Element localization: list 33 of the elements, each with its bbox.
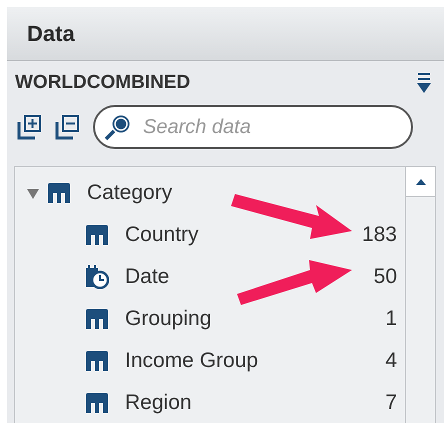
scrollbar[interactable] <box>405 167 435 423</box>
expand-all-icon[interactable] <box>17 114 43 140</box>
tree-item[interactable]: Income Group 4 <box>15 340 405 382</box>
collapse-all-icon[interactable] <box>55 114 81 140</box>
value-count: 50 <box>374 264 397 290</box>
tree-item[interactable]: Grouping 1 <box>15 298 405 340</box>
menu-icon[interactable] <box>416 72 432 94</box>
calendar-clock-icon <box>85 265 109 289</box>
value-count: 183 <box>362 222 397 248</box>
up-arrow-icon <box>416 178 426 184</box>
search-field[interactable]: Search data <box>93 105 413 149</box>
field-label: Category <box>87 180 172 206</box>
data-source-name: WORLDCOMBINED <box>15 70 190 95</box>
panel-title: Data <box>27 20 75 48</box>
scroll-up-button[interactable] <box>406 167 435 197</box>
field-label: Country <box>125 222 199 248</box>
value-count: 4 <box>385 348 397 374</box>
category-icon <box>85 393 109 413</box>
category-icon <box>85 351 109 371</box>
collapse-triangle-icon[interactable] <box>27 187 39 199</box>
value-count: 1 <box>385 306 397 332</box>
tree-item[interactable]: Category <box>15 172 405 214</box>
field-label: Region <box>125 390 192 416</box>
tree-item[interactable]: Region 7 <box>15 382 405 423</box>
tree-item[interactable]: Country 183 <box>15 214 405 256</box>
category-icon <box>85 225 109 245</box>
value-count: 7 <box>385 390 397 416</box>
field-label: Income Group <box>125 348 258 374</box>
tree-item[interactable]: Date 50 <box>15 256 405 298</box>
category-icon <box>85 309 109 329</box>
category-icon <box>47 183 71 203</box>
field-label: Grouping <box>125 306 212 332</box>
field-label: Date <box>125 264 170 290</box>
